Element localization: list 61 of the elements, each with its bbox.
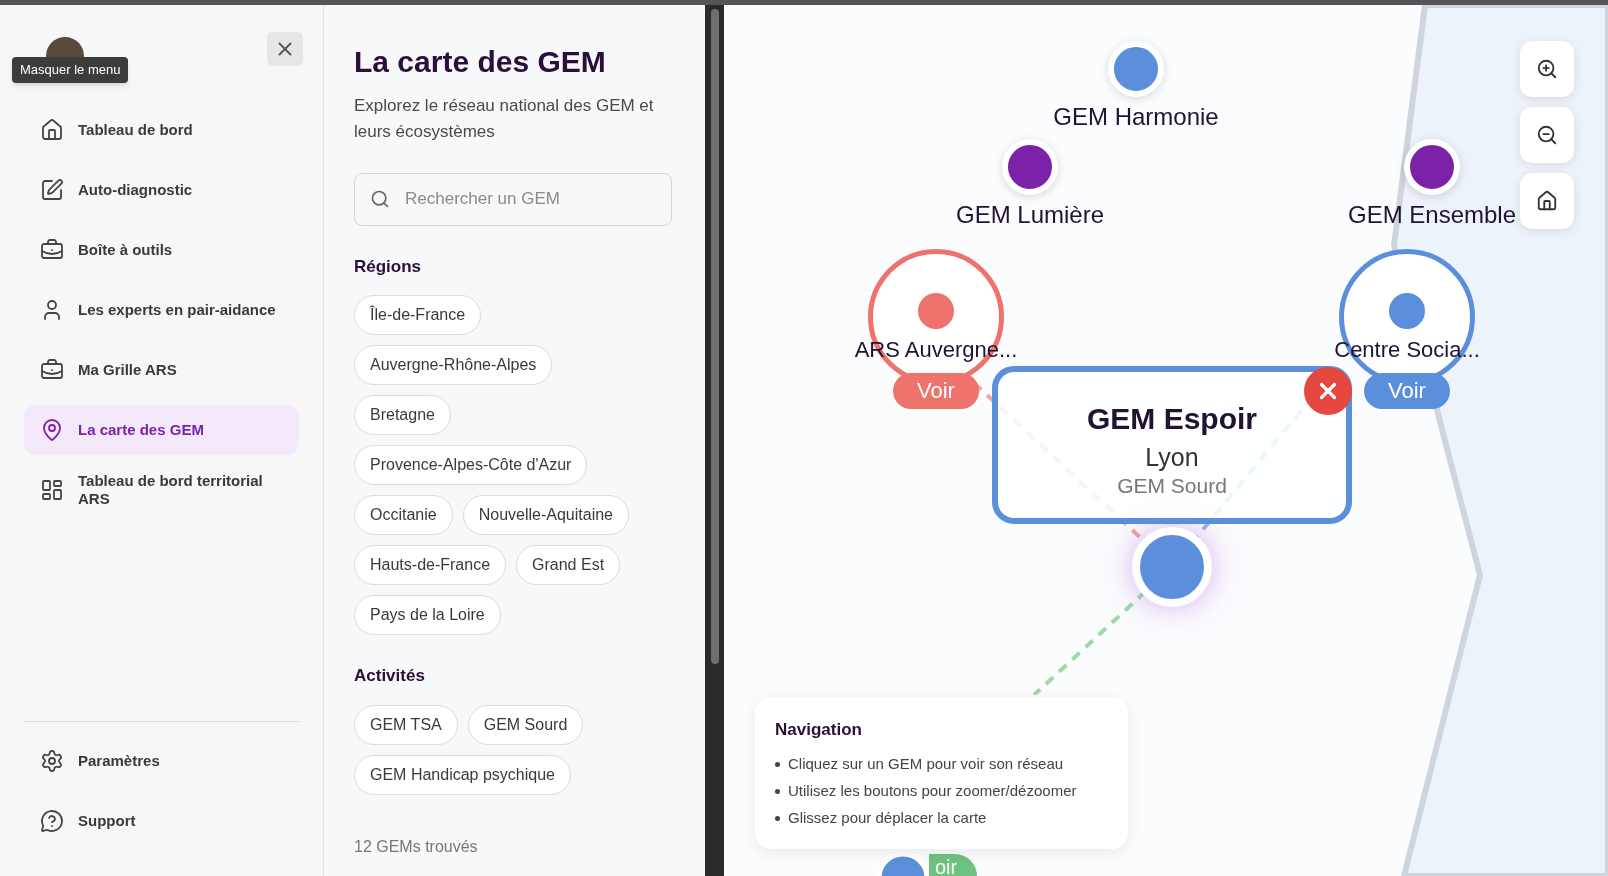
- nav-item[interactable]: La carte des GEM: [24, 405, 299, 455]
- bullet-icon: [775, 815, 780, 821]
- filter-chip[interactable]: Pays de la Loire: [354, 595, 501, 635]
- search-field[interactable]: Rechercher un GEM: [354, 172, 672, 226]
- nav-item[interactable]: Les experts en pair-aidance: [24, 285, 299, 335]
- toolbox-icon: [40, 238, 64, 262]
- bullet-icon: [775, 761, 780, 767]
- marker-label: GEM Lumière: [956, 200, 1104, 230]
- bullet-icon: [775, 788, 780, 794]
- filter-chip[interactable]: Hauts-de-France: [354, 545, 507, 585]
- filter-chip[interactable]: GEM TSA: [354, 704, 458, 745]
- marker-label: GEM Harmonie: [1053, 102, 1219, 132]
- popup-city: Lyon: [1145, 441, 1199, 473]
- filter-chip[interactable]: GEM Sourd: [467, 704, 584, 745]
- map-pin-icon: [40, 418, 64, 442]
- panel-subtitle: Explorez le réseau national des GEM et leurs écosystèmes: [354, 94, 654, 143]
- popup-title: GEM Espoir: [1087, 401, 1257, 437]
- help-title: Navigation: [775, 719, 863, 741]
- help-text: Cliquez sur un GEM pour voir son réseau: [788, 753, 1064, 774]
- map-marker[interactable]: [1002, 139, 1058, 195]
- map-marker[interactable]: [1108, 41, 1164, 97]
- dashboard-icon: [40, 478, 64, 502]
- section-title: Activités: [354, 665, 426, 687]
- scrollbar-thumb[interactable]: [710, 9, 719, 664]
- filter-chip[interactable]: Auvergne-Rhône-Alpes: [354, 345, 553, 385]
- search-icon: [370, 188, 390, 209]
- zoom-out-button[interactable]: [1520, 107, 1574, 163]
- nav-item[interactable]: Auto-diagnostic: [24, 165, 299, 215]
- zoom-out-icon: [1536, 124, 1558, 146]
- zoom-in-button[interactable]: [1520, 41, 1574, 97]
- filter-chip[interactable]: Occitanie: [354, 495, 453, 535]
- home-button[interactable]: [1520, 173, 1574, 229]
- nav-item[interactable]: Boîte à outils: [24, 225, 299, 275]
- close-button[interactable]: [267, 32, 303, 66]
- popup-activity: GEM Sourd: [1117, 472, 1227, 499]
- filter-chip[interactable]: Provence-Alpes-Côte d'Azur: [354, 445, 588, 485]
- home-icon: [40, 118, 64, 142]
- filter-chip[interactable]: Grand Est: [516, 545, 621, 585]
- help-text: Utilisez les boutons pour zoomer/dézoomer: [788, 780, 1077, 801]
- settings-icon: [40, 749, 64, 773]
- home-icon: [1536, 190, 1558, 212]
- filter-chip[interactable]: Nouvelle-Aquitaine: [462, 495, 629, 535]
- nav-item[interactable]: Paramètres: [24, 736, 299, 786]
- filter-chip[interactable]: Bretagne: [354, 395, 451, 435]
- help-icon: [40, 809, 64, 833]
- nav-item[interactable]: Support: [24, 796, 299, 846]
- filter-chip[interactable]: Île-de-France: [354, 295, 482, 335]
- tooltip: Masquer le menu: [12, 57, 129, 83]
- nav-item[interactable]: Tableau de bord territorial ARS: [24, 465, 299, 515]
- zoom-in-icon: [1536, 58, 1558, 80]
- nav-item[interactable]: Tableau de bord: [24, 105, 299, 155]
- panel-title: La carte des GEM: [354, 44, 607, 80]
- help-text: Glissez pour déplacer la carte: [788, 807, 987, 828]
- nav-item[interactable]: Ma Grille ARS: [24, 345, 299, 395]
- pen-square-icon: [40, 178, 64, 202]
- filter-chip[interactable]: GEM Handicap psychique: [354, 754, 571, 795]
- toolbox-icon: [40, 358, 64, 382]
- map-marker[interactable]: [1132, 527, 1212, 607]
- section-title: Régions: [354, 255, 423, 278]
- result-count: 12 GEMs trouvés: [354, 836, 479, 857]
- marker-label: GEM Ensemble: [1347, 200, 1517, 230]
